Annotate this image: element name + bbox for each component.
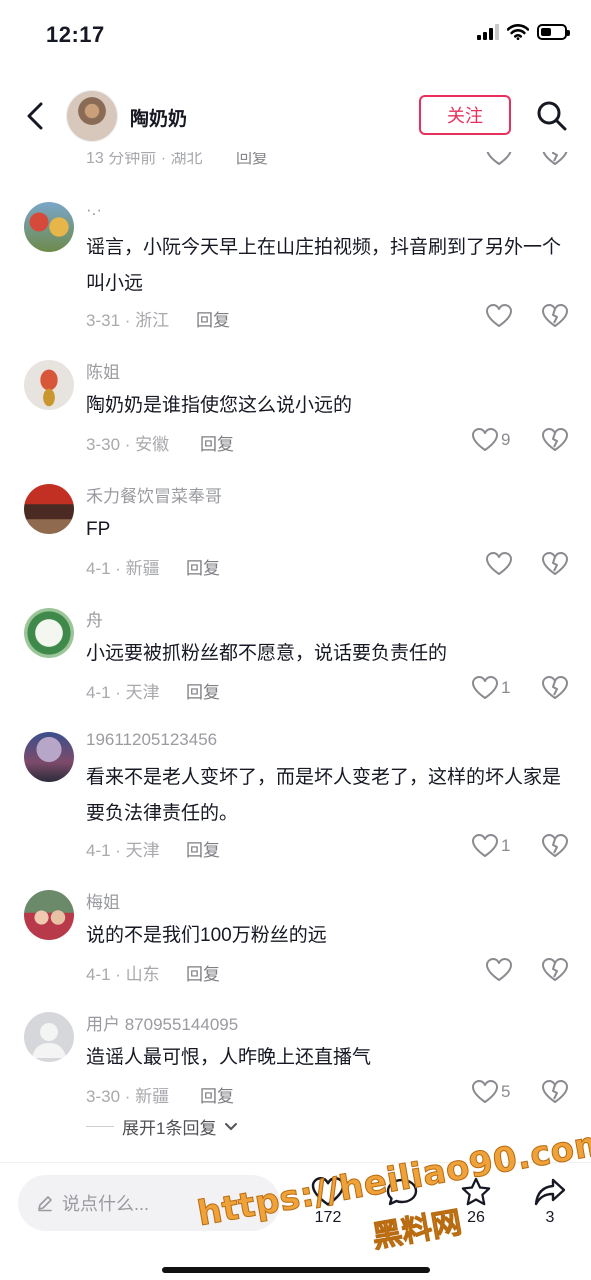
commenter-name[interactable]: 梅姐 [86,888,120,913]
comment-date: 3-30 · 安徽 [86,435,170,454]
back-arrow-icon[interactable] [22,100,50,132]
favorite-action[interactable]: 26 [446,1177,506,1227]
like-count: 5 [501,1082,511,1101]
reply-button[interactable]: 回复 [186,678,220,703]
commenter-avatar[interactable] [24,360,74,410]
share-arrow-icon[interactable] [533,1177,567,1207]
heart-icon[interactable] [486,304,512,328]
heart-icon[interactable] [486,152,512,166]
like-group[interactable] [486,304,515,328]
comment-date: 13 分钟前 · 湖北 [86,152,203,167]
comment-text: 看来不是老人变坏了，而是坏人变老了，这样的坏人家是要负法律责任的。 [86,767,562,824]
reply-button[interactable]: 回复 [196,306,230,331]
heart-icon[interactable] [486,552,512,576]
heart-icon[interactable] [486,958,512,982]
comment-date: 3-31 · 浙江 [86,311,170,330]
status-time: 12:17 [46,22,105,47]
reply-button[interactable]: 回复 [186,836,220,861]
comment-list[interactable]: 13 分钟前 · 湖北 回复 ·.· 谣言，小阮今天早上在山庄拍视频，抖音刷到了… [0,152,591,1162]
comment-text: 说的不是我们100万粉丝的远 [86,925,327,946]
default-avatar-icon[interactable] [24,1012,74,1062]
home-indicator [162,1267,430,1273]
like-group[interactable]: 1 [472,834,510,858]
comment-text: 陶奶奶是谁指使您这么说小远的 [86,395,353,416]
commenter-avatar[interactable] [24,608,74,658]
chevron-down-icon[interactable] [224,1122,238,1132]
commenter-name[interactable]: 禾力餐饮冒菜奉哥 [86,482,222,507]
commenter-name[interactable]: ·.· [86,200,102,220]
like-group[interactable]: 1 [472,676,510,700]
comment-date: 4-1 · 新疆 [86,559,160,578]
heart-icon[interactable] [472,834,498,858]
reply-button[interactable]: 回复 [186,960,220,985]
cellular-signal-icon [477,24,499,40]
like-count: 9 [501,430,511,449]
comment-date: 4-1 · 天津 [86,841,160,860]
battery-icon [537,24,570,40]
expand-replies-button[interactable]: 展开1条回复 [86,1114,238,1139]
header-username[interactable]: 陶奶奶 [130,104,187,131]
heart-icon[interactable] [472,428,498,452]
comment-date: 4-1 · 天津 [86,683,160,702]
share-count: 3 [545,1209,555,1226]
commenter-avatar[interactable] [24,202,74,252]
comment-date: 3-30 · 新疆 [86,1087,170,1106]
comment-text: FP [86,519,111,540]
comment-text: 造谣人最可恨，人昨晚上还直播气 [86,1047,372,1068]
heart-icon[interactable] [311,1177,345,1207]
commenter-name[interactable]: 舟 [86,606,103,631]
comment-text: 小远要被抓粉丝都不愿意，说话要负责任的 [86,643,448,664]
input-placeholder: 说点什么... [62,1194,150,1214]
reply-button[interactable]: 回复 [236,152,268,168]
reply-button[interactable]: 回复 [186,554,220,579]
status-icons [477,24,570,40]
commenter-avatar[interactable] [24,890,74,940]
like-action[interactable]: 172 [298,1177,358,1227]
header: 陶奶奶 关注 [0,80,591,152]
dislike-icon[interactable] [542,958,568,982]
comment-text: 谣言，小阮今天早上在山庄拍视频，抖音刷到了另外一个叫小远 [86,237,562,294]
header-avatar[interactable] [66,90,118,142]
dislike-icon[interactable] [542,304,568,328]
dislike-icon[interactable] [542,152,568,166]
commenter-avatar[interactable] [24,732,74,782]
user-silhouette-icon [32,1023,66,1058]
like-count: 172 [314,1209,342,1226]
search-icon[interactable] [536,100,568,132]
like-group[interactable]: 9 [472,428,510,452]
like-count: 1 [501,678,511,697]
commenter-name[interactable]: 用户 870955144095 [86,1010,238,1035]
dislike-icon[interactable] [542,834,568,858]
like-group[interactable] [486,552,515,576]
dislike-icon[interactable] [542,1080,568,1104]
reply-button[interactable]: 回复 [200,430,234,455]
comment-action[interactable] [372,1177,432,1207]
bottom-bar: 说点什么... 172 26 3 [0,1162,591,1280]
comment-bubble-icon[interactable] [385,1177,419,1207]
heart-icon[interactable] [472,1080,498,1104]
star-icon[interactable] [459,1177,493,1207]
favorite-count: 26 [467,1209,485,1226]
commenter-avatar[interactable] [24,484,74,534]
comment-date: 4-1 · 山东 [86,965,160,984]
follow-button[interactable]: 关注 [419,95,511,135]
commenter-name[interactable]: 陈姐 [86,358,120,383]
battery-fill [541,28,551,36]
pencil-icon [38,1196,52,1212]
like-count: 1 [501,836,511,855]
dislike-icon[interactable] [542,676,568,700]
heart-icon[interactable] [472,676,498,700]
expand-replies-label[interactable]: 展开1条回复 [122,1114,216,1139]
dislike-icon[interactable] [542,428,568,452]
share-action[interactable]: 3 [520,1177,580,1227]
like-group[interactable] [486,958,515,982]
wifi-icon [507,24,529,40]
divider [86,1126,114,1127]
reply-button[interactable]: 回复 [200,1082,234,1107]
commenter-name[interactable]: 19611205123456 [86,730,217,750]
comment-input[interactable]: 说点什么... [18,1175,280,1231]
like-group[interactable]: 5 [472,1080,510,1104]
status-bar: 12:17 [0,0,591,70]
dislike-icon[interactable] [542,552,568,576]
